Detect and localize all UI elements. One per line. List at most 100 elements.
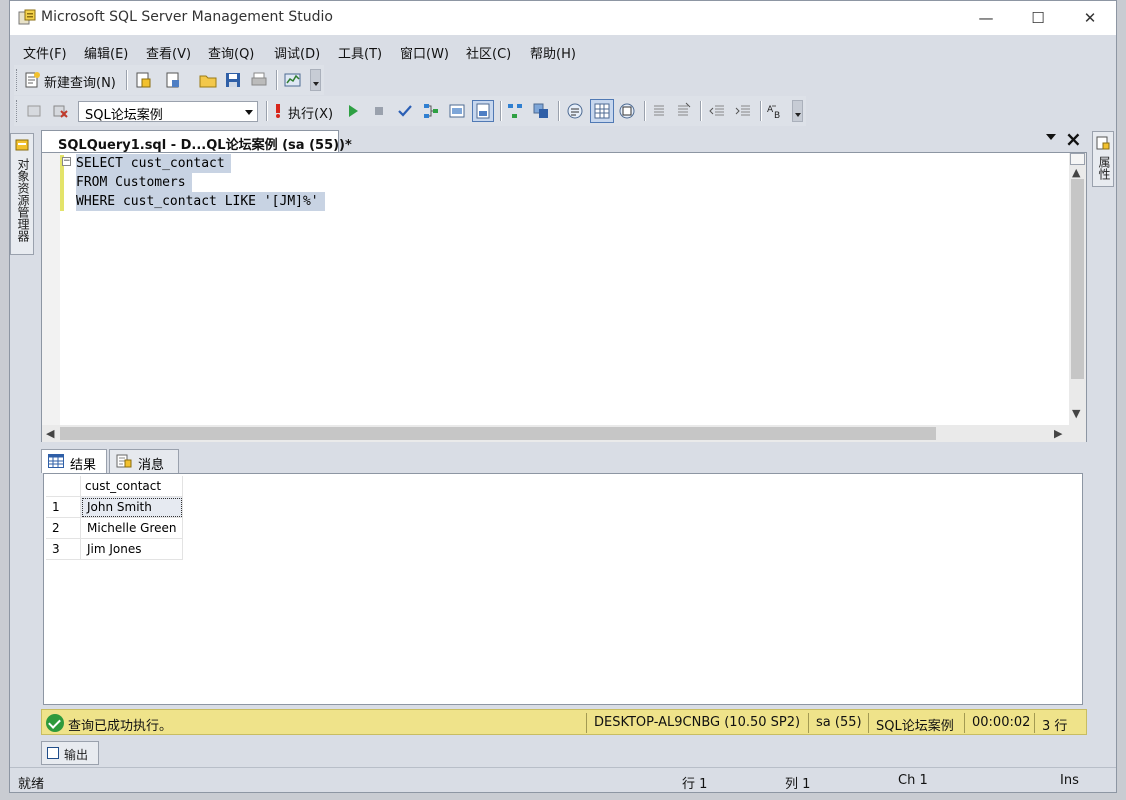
toolbar-grip[interactable] [16, 69, 20, 91]
toolbar-overflow-button[interactable] [310, 69, 321, 91]
menu-bar: 文件(F) 编辑(E) 查看(V) 查询(Q) 调试(D) 工具(T) 窗口(W… [10, 37, 1116, 65]
properties-tab[interactable]: 属性 [1092, 131, 1114, 187]
minimize-button[interactable]: — [960, 1, 1012, 35]
row-number[interactable]: 2 [46, 517, 81, 539]
row-number[interactable]: 3 [46, 538, 81, 560]
ssms-window: Microsoft SQL Server Management Studio —… [9, 0, 1117, 793]
toolbar-separator [558, 101, 560, 121]
output-window-tab[interactable]: 输出 [41, 741, 99, 765]
debug-play-icon[interactable] [344, 102, 362, 120]
menu-window[interactable]: 窗口(W) [400, 43, 449, 62]
menu-edit[interactable]: 编辑(E) [84, 43, 128, 62]
decrease-indent-icon[interactable] [708, 102, 726, 120]
vertical-scroll-thumb[interactable] [1071, 179, 1084, 379]
open-folder-icon[interactable] [199, 71, 217, 89]
tab-messages-label: 消息 [138, 458, 165, 473]
code-line-2[interactable]: FROM Customers [76, 173, 192, 192]
parse-check-icon[interactable] [396, 102, 414, 120]
menu-debug[interactable]: 调试(D) [274, 43, 320, 62]
results-to-text-icon[interactable] [566, 102, 584, 120]
success-check-icon [46, 714, 64, 732]
svg-text:B: B [774, 111, 780, 120]
column-header[interactable]: cust_contact [80, 476, 184, 497]
ready-state: 就绪 [18, 777, 45, 792]
tab-messages[interactable]: 消息 [109, 449, 179, 473]
menu-tools[interactable]: 工具(T) [338, 43, 382, 62]
scroll-down-icon[interactable]: ▼ [1072, 407, 1080, 420]
menu-view[interactable]: 查看(V) [146, 43, 191, 62]
splitter-handle[interactable] [1070, 153, 1085, 165]
toolbar-separator [500, 101, 502, 121]
tab-results[interactable]: 结果 [41, 449, 107, 473]
row-number[interactable]: 1 [46, 496, 81, 518]
output-icon [47, 747, 59, 759]
results-tab-strip: 结果 消息 [41, 449, 341, 473]
object-explorer-icon [15, 139, 29, 151]
user-info: sa (55) [816, 715, 862, 730]
close-window-button[interactable]: ✕ [1064, 1, 1116, 35]
maximize-button[interactable]: ☐ [1012, 1, 1064, 35]
document-tab-strip: SQLQuery1.sql - D...QL论坛案例 (sa (55))* × [41, 127, 1087, 153]
grid-cell[interactable]: Michelle Green [80, 517, 184, 539]
database-select[interactable]: SQL论坛案例 [78, 101, 258, 123]
grid-cell[interactable]: Jim Jones [80, 538, 184, 560]
specify-template-values-icon[interactable]: AB [766, 102, 784, 120]
query-options-icon[interactable] [448, 102, 466, 120]
code-line-3[interactable]: WHERE cust_contact LIKE '[JM]%' [76, 192, 325, 211]
execute-icon [276, 104, 280, 118]
results-grid-pane[interactable]: cust_contact 1 John Smith 2 Michelle Gre… [43, 473, 1083, 705]
close-icon[interactable]: × [1065, 127, 1082, 151]
new-query-button[interactable]: 新建查询(N) [44, 72, 116, 91]
grid-cell[interactable]: John Smith [80, 496, 184, 518]
increase-indent-icon[interactable] [734, 102, 752, 120]
estimated-plan-icon[interactable] [422, 102, 440, 120]
menu-file[interactable]: 文件(F) [23, 43, 67, 62]
toolbar-overflow-button[interactable] [792, 100, 803, 122]
horizontal-scroll-thumb[interactable] [60, 427, 936, 440]
client-statistics-icon[interactable] [532, 102, 550, 120]
title-bar: Microsoft SQL Server Management Studio —… [10, 1, 1116, 35]
collapse-icon[interactable]: − [62, 157, 71, 166]
add-file-icon[interactable] [164, 71, 182, 89]
include-plan-icon[interactable] [506, 102, 524, 120]
connect-icon[interactable] [26, 102, 44, 120]
sql-editor-toolbar: SQL论坛案例 执行(X) A B [14, 96, 806, 126]
char-indicator: Ch 1 [898, 773, 928, 788]
menu-help[interactable]: 帮助(H) [530, 43, 576, 62]
line-indicator: 行 1 [682, 777, 708, 792]
activity-monitor-icon[interactable] [284, 71, 302, 89]
object-explorer-tab[interactable]: 对象资源管理器 [10, 133, 34, 255]
scroll-up-icon[interactable]: ▲ [1072, 166, 1080, 179]
new-file-icon[interactable] [134, 71, 152, 89]
save-icon[interactable] [224, 71, 242, 89]
query-editor[interactable]: − SELECT cust_contact FROM Customers WHE… [41, 152, 1087, 442]
status-bar: 就绪 行 1 列 1 Ch 1 Ins [10, 767, 1116, 792]
window-title: Microsoft SQL Server Management Studio [41, 9, 333, 25]
menu-community[interactable]: 社区(C) [466, 43, 511, 62]
results-to-grid-icon[interactable] [590, 99, 614, 123]
change-connection-icon[interactable] [52, 102, 70, 120]
menu-query[interactable]: 查询(Q) [208, 43, 254, 62]
properties-label: 属性 [1097, 156, 1111, 180]
uncomment-icon[interactable] [674, 102, 692, 120]
status-divider [586, 713, 587, 733]
tab-sqlquery1[interactable]: SQLQuery1.sql - D...QL论坛案例 (sa (55))* [41, 130, 352, 153]
results-to-file-icon[interactable] [618, 102, 636, 120]
code-line-1[interactable]: SELECT cust_contact [76, 154, 231, 173]
print-icon[interactable] [250, 71, 268, 89]
intellisense-toggle-icon[interactable] [472, 100, 494, 122]
comment-icon[interactable] [650, 102, 668, 120]
editor-vertical-scrollbar[interactable]: ▲ ▼ [1069, 153, 1086, 425]
table-row: 3 Jim Jones [46, 538, 184, 560]
chevron-down-icon[interactable] [1046, 134, 1056, 140]
execute-button[interactable]: 执行(X) [288, 103, 333, 122]
scroll-left-icon[interactable]: ◀ [46, 427, 54, 440]
ssms-app-icon [18, 9, 36, 25]
stop-icon[interactable] [370, 102, 388, 120]
toolbar-grip[interactable] [16, 100, 20, 122]
messages-icon [116, 454, 132, 468]
grid-corner[interactable] [46, 476, 81, 497]
editor-horizontal-scrollbar[interactable]: ◀ ▶ [42, 425, 1086, 442]
scroll-right-icon[interactable]: ▶ [1054, 427, 1062, 440]
toolbar-separator [266, 101, 268, 121]
